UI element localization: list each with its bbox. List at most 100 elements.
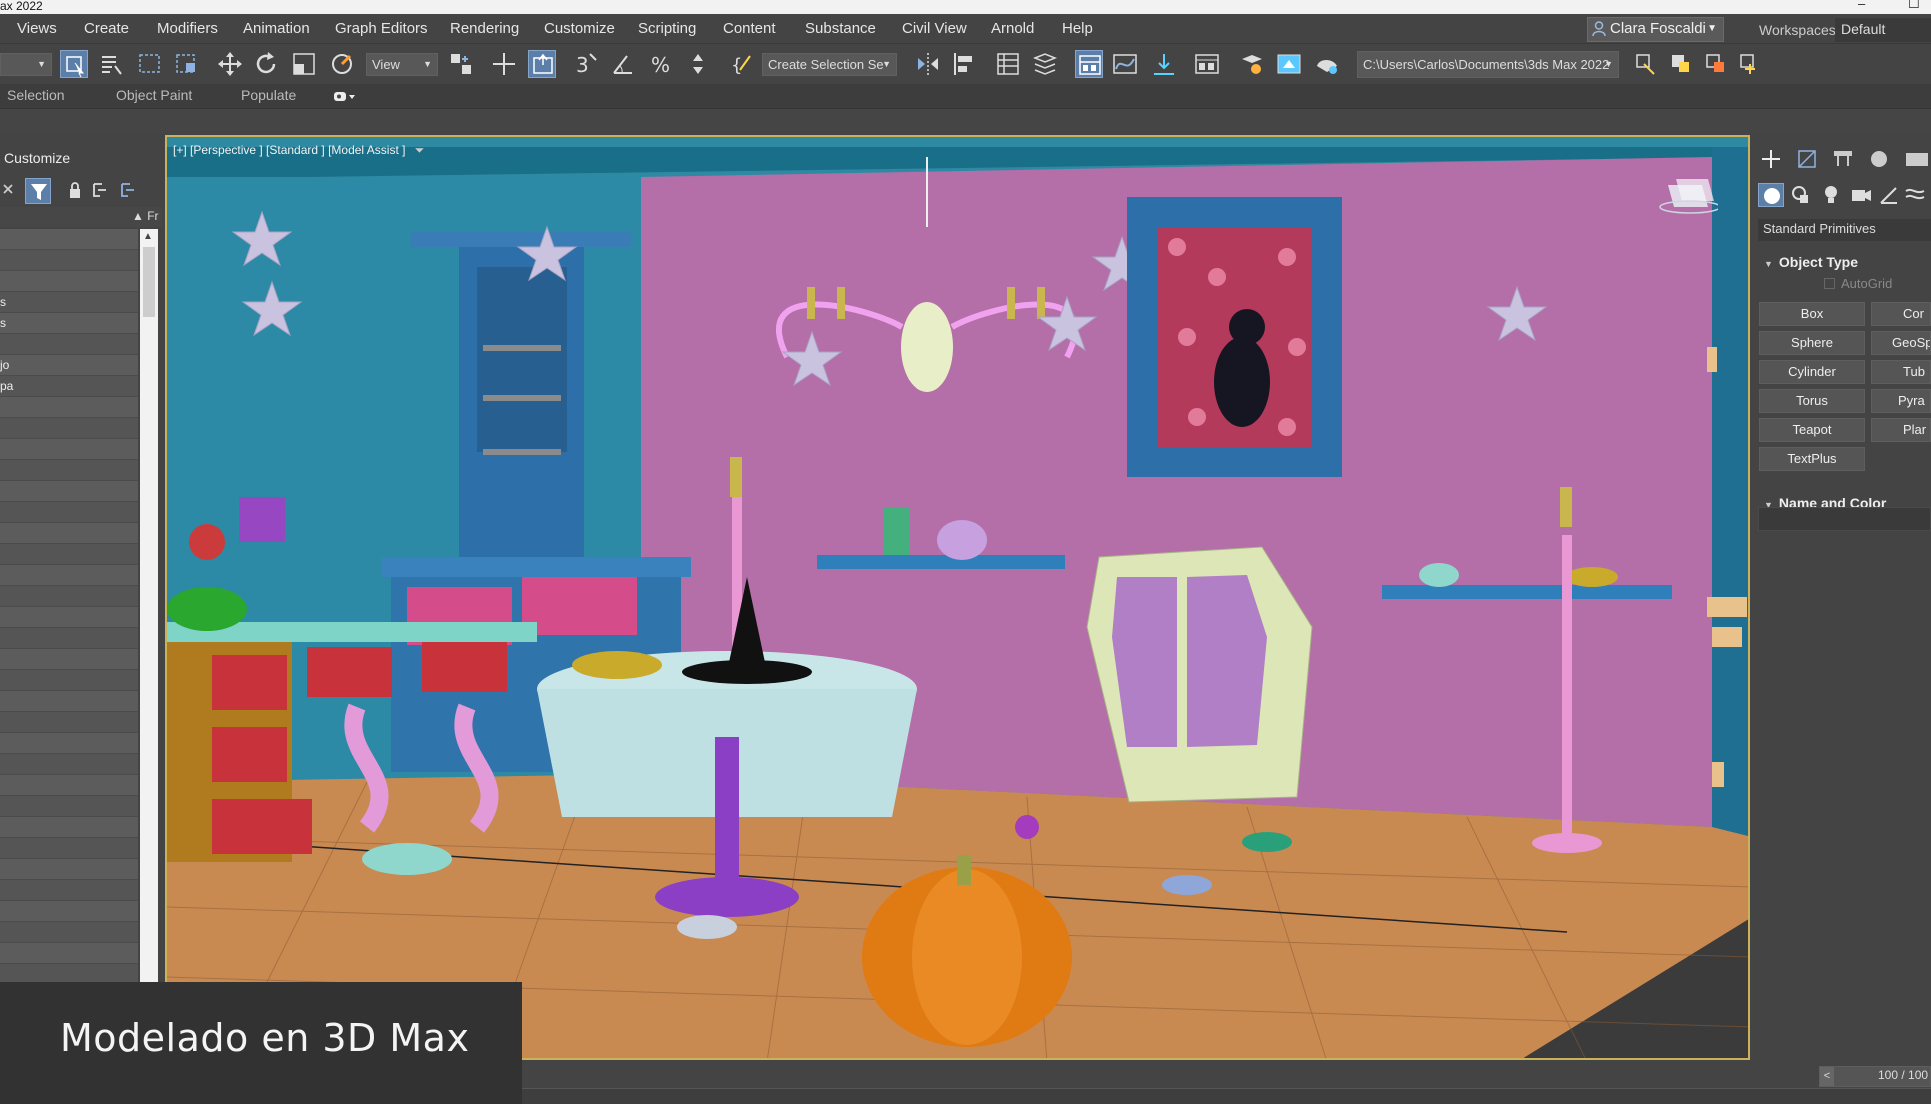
scene-list-item[interactable]: [0, 712, 138, 733]
select-object-icon[interactable]: [60, 50, 88, 78]
scene-list-item[interactable]: [0, 439, 138, 460]
reference-coordinate-dropdown[interactable]: View ▼: [366, 53, 438, 76]
menu-help[interactable]: Help: [1062, 20, 1093, 37]
toggle-scene-explorer-icon[interactable]: [994, 50, 1022, 78]
schematic-view-icon[interactable]: [1150, 50, 1178, 78]
scrollbar-thumb[interactable]: [143, 247, 155, 317]
menu-civil-view[interactable]: Civil View: [902, 20, 967, 37]
column-frozen-header[interactable]: ▲ Fr: [132, 209, 159, 223]
placement-icon[interactable]: [328, 50, 356, 78]
scene-list-item[interactable]: [0, 628, 138, 649]
autogrid-checkbox[interactable]: AutoGrid: [1824, 276, 1892, 291]
new-project-icon[interactable]: [1736, 50, 1764, 78]
scene-list-item[interactable]: [0, 607, 138, 628]
close-icon[interactable]: [0, 178, 26, 204]
cylinder-button[interactable]: Cylinder: [1759, 360, 1865, 384]
torus-button[interactable]: Torus: [1759, 389, 1865, 413]
lights-icon[interactable]: [1818, 183, 1844, 207]
selection-filter-dropdown[interactable]: ▼: [0, 53, 52, 76]
scene-list-item[interactable]: [0, 481, 138, 502]
pivot-center-icon[interactable]: [447, 50, 475, 78]
pyramid-button[interactable]: Pyra: [1871, 389, 1931, 413]
viewport-filter-icon[interactable]: ⏷: [415, 143, 425, 157]
scene-list-item[interactable]: [0, 817, 138, 838]
scene-list-item[interactable]: [0, 523, 138, 544]
scene-list-item[interactable]: [0, 796, 138, 817]
filter-icon[interactable]: [25, 178, 51, 204]
select-by-name-icon[interactable]: [97, 50, 125, 78]
timeline-track[interactable]: [522, 1088, 1931, 1104]
save-container-icon[interactable]: [1667, 50, 1695, 78]
viewport-label[interactable]: [+] [Perspective ] [Standard ] [Model As…: [173, 143, 424, 158]
primitive-category-dropdown[interactable]: Standard Primitives: [1758, 219, 1931, 241]
hierarchy-icon[interactable]: [88, 178, 114, 204]
scene-list-item[interactable]: [0, 880, 138, 901]
tube-button[interactable]: Tub: [1871, 360, 1931, 384]
snaps-toggle-icon[interactable]: 3: [572, 50, 600, 78]
rectangular-selection-icon[interactable]: [136, 50, 164, 78]
ribbon-tab-selection[interactable]: Selection: [7, 87, 65, 103]
scene-list-item[interactable]: [0, 754, 138, 775]
render-production-icon[interactable]: [1313, 50, 1341, 78]
open-container-icon[interactable]: [1632, 50, 1660, 78]
menu-animation[interactable]: Animation: [243, 20, 310, 37]
menu-arnold[interactable]: Arnold: [991, 20, 1034, 37]
menu-scripting[interactable]: Scripting: [638, 20, 696, 37]
project-folder-dropdown[interactable]: C:\Users\Carlos\Documents\3ds Max 2022 ▼: [1357, 51, 1619, 78]
helpers-icon[interactable]: [1876, 183, 1902, 207]
scene-list-item[interactable]: [0, 649, 138, 670]
scene-list-item[interactable]: [0, 271, 138, 292]
hierarchy-tab-icon[interactable]: [1830, 146, 1856, 172]
rendered-frame-window-icon[interactable]: [1275, 50, 1303, 78]
keyboard-shortcut-override-icon[interactable]: [528, 50, 556, 78]
time-slider[interactable]: < 100 / 100: [1819, 1066, 1931, 1087]
spinner-snap-icon[interactable]: [684, 50, 712, 78]
named-selection-dropdown[interactable]: Create Selection Se ▼: [762, 53, 897, 76]
menu-graph-editors[interactable]: Graph Editors: [335, 20, 428, 37]
material-editor-icon[interactable]: [1193, 50, 1221, 78]
mirror-icon[interactable]: [914, 50, 942, 78]
scene-list-item[interactable]: [0, 544, 138, 565]
cone-button[interactable]: Cor: [1871, 302, 1931, 326]
scene-list-item[interactable]: [0, 250, 138, 271]
user-account-dropdown[interactable]: Clara Foscaldi ▼: [1587, 17, 1724, 42]
scene-list-item[interactable]: s: [0, 292, 138, 313]
scene-list-item[interactable]: [0, 838, 138, 859]
scene-list-item[interactable]: [0, 586, 138, 607]
window-crossing-icon[interactable]: [173, 50, 201, 78]
select-manipulate-icon[interactable]: [490, 50, 518, 78]
render-setup-icon[interactable]: [1238, 50, 1266, 78]
workspaces-dropdown[interactable]: Default: [1835, 18, 1931, 42]
scene-list-item[interactable]: [0, 565, 138, 586]
scene-list-item[interactable]: [0, 334, 138, 355]
scene-list-item[interactable]: [0, 859, 138, 880]
cameras-icon[interactable]: [1848, 183, 1874, 207]
ribbon-tab-populate[interactable]: Populate: [241, 87, 296, 103]
menu-content[interactable]: Content: [723, 20, 776, 37]
menu-modifiers[interactable]: Modifiers: [157, 20, 218, 37]
rotate-icon[interactable]: [252, 50, 280, 78]
scene-list-item[interactable]: [0, 691, 138, 712]
scene-list-item[interactable]: [0, 670, 138, 691]
scene-list-item[interactable]: pa: [0, 376, 138, 397]
ribbon-options-toggle[interactable]: [334, 90, 356, 106]
space-warps-icon[interactable]: [1902, 183, 1928, 207]
scene-list-item[interactable]: [0, 502, 138, 523]
scene-list-item[interactable]: [0, 922, 138, 943]
scene-list-item[interactable]: [0, 901, 138, 922]
scale-icon[interactable]: [290, 50, 318, 78]
scene-object-list[interactable]: s s jo pa: [0, 229, 138, 1006]
ribbon-tab-object-paint[interactable]: Object Paint: [116, 87, 192, 103]
textplus-button[interactable]: TextPlus: [1759, 447, 1865, 471]
scene-list-item[interactable]: jo: [0, 355, 138, 376]
layer-hierarchy-icon[interactable]: [116, 178, 142, 204]
prev-frame-button[interactable]: <: [1820, 1067, 1834, 1086]
maximize-button[interactable]: ☐: [1908, 0, 1920, 10]
toggle-ribbon-icon[interactable]: [1075, 50, 1103, 78]
menu-customize[interactable]: Customize: [544, 20, 615, 37]
lock-icon[interactable]: [62, 178, 88, 204]
curve-editor-icon[interactable]: [1111, 50, 1139, 78]
motion-tab-icon[interactable]: [1866, 146, 1892, 172]
scene-list-item[interactable]: [0, 733, 138, 754]
display-tab-icon[interactable]: [1902, 146, 1928, 172]
